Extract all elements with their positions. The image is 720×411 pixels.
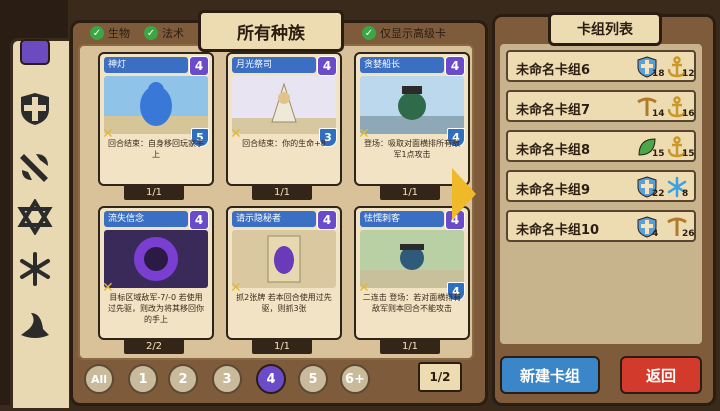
card[interactable]: 怯懦刺客 4 ✕ 4 二连击 登场：若对面横排有敌军则本回合不能攻击 — [354, 206, 470, 340]
deck-row[interactable]: 未命名卡组9 22 8 — [506, 170, 696, 202]
check-icon: ✓ — [90, 26, 104, 40]
advanced-only-label: 仅显示高级卡 — [380, 27, 446, 40]
card[interactable]: 请示隐秘者 4 ✕ 抓2张牌 若本回合使用过先驱，则抓3张 — [226, 206, 342, 340]
rarity-filter-3[interactable]: 3 — [212, 364, 242, 394]
card-name: 请示隐秘者 — [232, 211, 316, 227]
deck-row[interactable]: 未命名卡组6 18 12 — [506, 50, 696, 82]
card[interactable]: 神灯 4 ✕ 5 回合结束：自身移回玩家手上 — [98, 52, 214, 186]
rarity-filter-4[interactable]: 4 — [256, 364, 286, 394]
card-name: 神灯 — [104, 57, 188, 73]
axe-icon[interactable] — [14, 146, 56, 188]
card-quantity: 1/1 — [124, 184, 184, 200]
card-name: 贪婪船长 — [360, 57, 444, 73]
rarity-filter-all[interactable]: All — [84, 364, 114, 394]
deck-name: 未命名卡组8 — [516, 143, 591, 158]
deck-list-title: 卡组列表 — [548, 12, 662, 46]
faction-purple-icon[interactable] — [14, 30, 56, 72]
deck-name: 未命名卡组6 — [516, 63, 591, 78]
card-text: 登场：吸取对面横排所有敌军1点攻击 — [364, 139, 460, 159]
new-deck-button[interactable]: 新建卡组 — [500, 356, 600, 394]
card-quantity: 1/1 — [252, 338, 312, 354]
card-quantity: 1/1 — [380, 338, 440, 354]
creature-filter[interactable]: ✓ 生物 — [90, 24, 130, 42]
card-text: 抓2张牌 若本回合使用过先驱，则抓3张 — [236, 293, 332, 313]
creature-filter-label: 生物 — [108, 27, 130, 40]
card-text: 回合结束：自身移回玩家手上 — [108, 139, 204, 159]
deck-count-1: 18 — [652, 69, 665, 79]
card-text: 二连击 登场：若对面横排有敌军则本回合不能攻击 — [362, 293, 462, 313]
deck-count-2: 12 — [682, 69, 695, 79]
deck-name: 未命名卡组9 — [516, 183, 591, 198]
deck-count-2: 26 — [682, 229, 695, 239]
hat-icon[interactable] — [14, 304, 56, 346]
deck-count-1: 22 — [652, 189, 665, 199]
rarity-filter-2[interactable]: 2 — [168, 364, 198, 394]
deck-name: 未命名卡组10 — [516, 223, 600, 238]
deck-row[interactable]: 未命名卡组8 15 15 — [506, 130, 696, 162]
rarity-filter-1[interactable]: 1 — [128, 364, 158, 394]
card-name: 月光祭司 — [232, 57, 316, 73]
card-cost: 4 — [317, 56, 337, 76]
rarity-filter-5[interactable]: 5 — [298, 364, 328, 394]
check-icon: ✓ — [362, 26, 376, 40]
snowflake-icon[interactable] — [14, 248, 56, 290]
card-name: 怯懦刺客 — [360, 211, 444, 227]
card-cost: 4 — [189, 56, 209, 76]
spell-filter[interactable]: ✓ 法术 — [144, 24, 184, 42]
deck-row[interactable]: 未命名卡组10 4 26 — [506, 210, 696, 242]
card-text: 回合结束：你的生命+8 — [242, 139, 326, 148]
rarity-filter-6plus[interactable]: 6+ — [340, 364, 370, 394]
page-indicator: 1/2 — [418, 362, 462, 392]
deck-count-2: 15 — [682, 149, 695, 159]
card-cost: 4 — [445, 56, 465, 76]
deck-count-1: 4 — [652, 229, 659, 239]
check-icon: ✓ — [144, 26, 158, 40]
card[interactable]: 流失信念 4 ✕ 目标区域敌军-7/-0 若使用过先驱，则改为将其移回你的手上 — [98, 206, 214, 340]
deck-count-2: 16 — [682, 109, 695, 119]
card-name: 流失信念 — [104, 211, 188, 227]
card[interactable]: 月光祭司 4 ✕ 3 回合结束：你的生命+8 — [226, 52, 342, 186]
card-cost: 4 — [189, 210, 209, 230]
deck-count-2: 8 — [682, 189, 689, 199]
page-title: 所有种族 — [198, 10, 344, 52]
card-quantity: 1/1 — [252, 184, 312, 200]
deck-name: 未命名卡组7 — [516, 103, 591, 118]
card-quantity: 1/1 — [380, 184, 440, 200]
card-text: 目标区域敌军-7/-0 若使用过先驱，则改为将其移回你的手上 — [108, 293, 204, 324]
star-of-david-icon[interactable] — [14, 196, 56, 238]
deck-row[interactable]: 未命名卡组7 14 16 — [506, 90, 696, 122]
deck-count-1: 14 — [652, 109, 665, 119]
shield-cross-icon[interactable] — [14, 88, 56, 130]
card-cost: 4 — [317, 210, 337, 230]
spell-filter-label: 法术 — [162, 27, 184, 40]
card-quantity: 2/2 — [124, 338, 184, 354]
card[interactable]: 贪婪船长 4 ✕ 4 登场：吸取对面横排所有敌军1点攻击 — [354, 52, 470, 186]
deck-count-1: 15 — [652, 149, 665, 159]
advanced-only-filter[interactable]: ✓ 仅显示高级卡 — [362, 24, 446, 42]
next-page-arrow-icon[interactable] — [452, 168, 476, 220]
back-button[interactable]: 返回 — [620, 356, 702, 394]
